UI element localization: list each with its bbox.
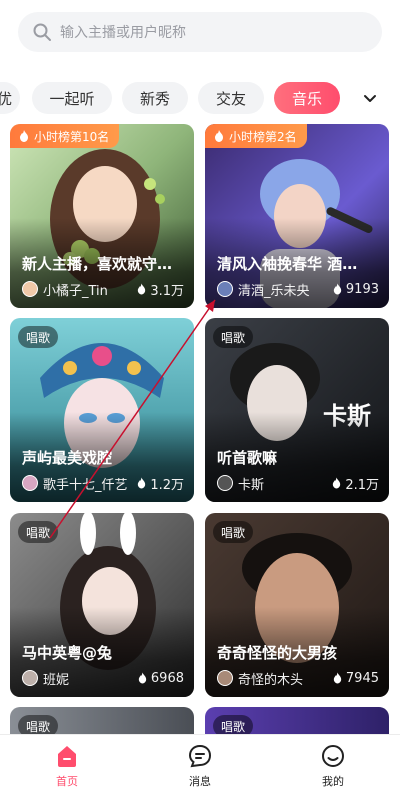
- message-icon: [188, 744, 212, 768]
- avatar: [217, 281, 233, 297]
- popularity: 1.2万: [136, 474, 184, 493]
- rank-badge: 小时榜第2名: [205, 124, 307, 148]
- popularity: 7945: [332, 671, 379, 686]
- tab-dating[interactable]: 交友: [198, 82, 264, 114]
- nav-messages[interactable]: 消息: [165, 743, 235, 795]
- category-badge: 唱歌: [213, 326, 254, 348]
- nav-profile[interactable]: 我的: [298, 743, 368, 795]
- flame-icon: [138, 477, 146, 489]
- avatar: [217, 670, 233, 686]
- card-title: 马中英粤@兔: [22, 644, 113, 662]
- bottom-nav: 首页 消息 我的: [0, 734, 400, 800]
- room-card[interactable]: 小时榜第10名 新人主播，喜欢就守… 小橘子_Tin 3.1万: [10, 124, 194, 308]
- popularity: 9193: [332, 282, 379, 297]
- avatar: [22, 670, 38, 686]
- popularity: 6968: [137, 671, 184, 686]
- search-bar[interactable]: 输入主播或用户昵称: [18, 12, 382, 52]
- category-tabs: 优 一起听 新秀 交友 音乐: [0, 82, 400, 114]
- room-card[interactable]: 唱歌 奇奇怪怪的大男孩 奇怪的木头 7945: [205, 513, 389, 697]
- home-icon: [58, 746, 76, 767]
- flame-icon: [333, 672, 342, 684]
- category-badge: 唱歌: [18, 521, 59, 543]
- popularity: 3.1万: [136, 280, 184, 299]
- flame-icon: [333, 283, 342, 295]
- tab-partial[interactable]: 优: [0, 82, 20, 114]
- flame-icon: [215, 130, 223, 142]
- chevron-down-icon: [364, 95, 376, 102]
- anchor-name: 奇怪的木头: [238, 672, 304, 688]
- flame-icon: [138, 672, 147, 684]
- more-tabs-button[interactable]: [356, 84, 384, 112]
- search-input[interactable]: 输入主播或用户昵称: [60, 22, 186, 42]
- card-title: 奇奇怪怪的大男孩: [217, 644, 338, 662]
- category-badge: 唱歌: [18, 326, 59, 348]
- flame-icon: [333, 477, 341, 489]
- search-icon: [33, 23, 51, 41]
- room-card[interactable]: 唱歌 马中英粤@兔 班妮 6968: [10, 513, 194, 697]
- anchor-name: 清酒_乐未央: [238, 283, 310, 299]
- card-title: 新人主播，喜欢就守…: [22, 255, 173, 273]
- tab-newcomer[interactable]: 新秀: [122, 82, 188, 114]
- tab-music[interactable]: 音乐: [274, 82, 340, 114]
- rank-badge: 小时榜第10名: [10, 124, 120, 148]
- anchor-name: 班妮: [43, 672, 70, 688]
- room-card[interactable]: 卡斯 唱歌 听首歌嘛 卡斯 2.1万: [205, 318, 389, 502]
- category-badge: 唱歌: [213, 521, 254, 543]
- room-card[interactable]: 唱歌 声屿最美戏腔 歌手十七_仟艺 1.2万: [10, 318, 194, 502]
- anchor-name: 歌手十七_仟艺: [43, 477, 128, 493]
- anchor-name: 小橘子_Tin: [43, 283, 108, 299]
- flame-icon: [20, 130, 28, 142]
- card-title: 声屿最美戏腔: [22, 449, 113, 467]
- popularity: 2.1万: [331, 474, 379, 493]
- avatar: [22, 475, 38, 491]
- profile-icon: [322, 745, 344, 767]
- avatar: [217, 475, 233, 491]
- card-title: 清风入袖挽春华 酒…: [217, 255, 358, 273]
- nav-home[interactable]: 首页: [32, 743, 102, 795]
- avatar: [22, 281, 38, 297]
- tab-listen-together[interactable]: 一起听: [32, 82, 112, 114]
- anchor-name: 卡斯: [238, 477, 265, 493]
- flame-icon: [138, 283, 146, 295]
- card-title: 听首歌嘛: [217, 449, 278, 467]
- room-card[interactable]: 小时榜第2名 清风入袖挽春华 酒… 清酒_乐未央 9193: [205, 124, 389, 308]
